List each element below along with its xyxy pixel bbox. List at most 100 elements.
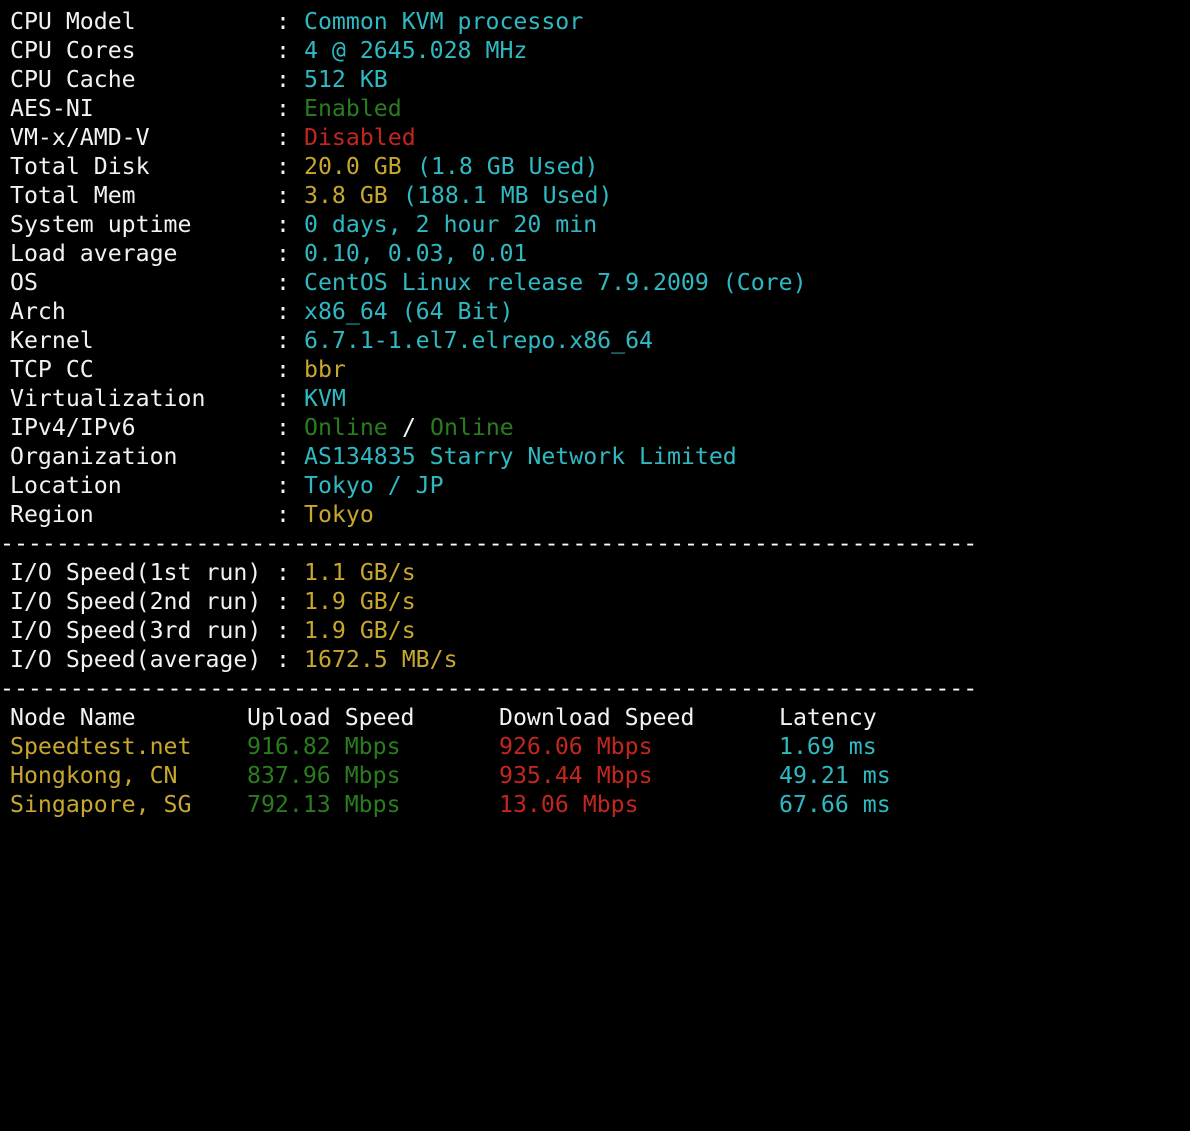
io-label: I/O Speed(1st run) xyxy=(10,559,262,586)
node-name: Singapore, SG xyxy=(10,791,192,818)
node-name: Hongkong, CN xyxy=(10,762,178,789)
colon: : xyxy=(276,356,290,383)
info-value: Tokyo / JP xyxy=(304,472,444,499)
colon: : xyxy=(276,240,290,267)
info-value: 6.7.1-1.el7.elrepo.x86_64 xyxy=(304,327,654,354)
info-label: Total Mem xyxy=(10,182,136,209)
status-disabled: Disabled xyxy=(304,124,416,151)
info-value: bbr xyxy=(304,356,346,383)
io-value: 1672.5 MB/s xyxy=(304,646,458,673)
info-row-location: Location : Tokyo / JP xyxy=(10,471,444,500)
info-label: Total Disk xyxy=(10,153,150,180)
download-speed: 13.06 Mbps xyxy=(499,791,639,818)
colon: : xyxy=(276,472,290,499)
io-value: 1.1 GB/s xyxy=(304,559,416,586)
io-value: 1.9 GB/s xyxy=(304,617,416,644)
colon: : xyxy=(276,37,290,64)
colon: : xyxy=(276,182,290,209)
info-row-cpu-cores: CPU Cores : 4 @ 2645.028 MHz xyxy=(10,36,527,65)
colon: : xyxy=(276,8,290,35)
upload-speed: 792.13 Mbps xyxy=(247,791,401,818)
separator-line: ----------------------------------------… xyxy=(0,675,978,702)
disk-total-value: 20.0 GB xyxy=(304,153,402,180)
info-row-load: Load average : 0.10, 0.03, 0.01 xyxy=(10,239,527,268)
info-label: System uptime xyxy=(10,211,192,238)
status-enabled: Enabled xyxy=(304,95,402,122)
header-download-speed: Download Speed xyxy=(499,704,695,731)
info-label: Region xyxy=(10,501,94,528)
info-row-total-mem: Total Mem : 3.8 GB (188.1 MB Used) xyxy=(10,181,612,210)
speedtest-row: Singapore, SG 792.13 Mbps 13.06 Mbps 67.… xyxy=(10,790,891,819)
ip-slash: / xyxy=(402,414,416,441)
info-row-cpu-model: CPU Model : Common KVM processor xyxy=(10,7,583,36)
speedtest-row: Speedtest.net 916.82 Mbps 926.06 Mbps 1.… xyxy=(10,732,877,761)
colon: : xyxy=(276,211,290,238)
info-label: Arch xyxy=(10,298,66,325)
info-label: CPU Cores xyxy=(10,37,136,64)
colon: : xyxy=(276,414,290,441)
colon: : xyxy=(276,66,290,93)
info-label: CPU Model xyxy=(10,8,136,35)
info-row-cpu-cache: CPU Cache : 512 KB xyxy=(10,65,388,94)
info-label: Virtualization xyxy=(10,385,206,412)
info-row-ip: IPv4/IPv6 : Online / Online xyxy=(10,413,514,442)
info-label: VM-x/AMD-V xyxy=(10,124,150,151)
io-label: I/O Speed(2nd run) xyxy=(10,588,262,615)
colon: : xyxy=(276,559,290,586)
info-value: 4 @ 2645.028 MHz xyxy=(304,37,528,64)
io-row-run2: I/O Speed(2nd run) : 1.9 GB/s xyxy=(10,587,416,616)
info-label: OS xyxy=(10,269,38,296)
header-upload-speed: Upload Speed xyxy=(247,704,415,731)
terminal-window: CPU Model : Common KVM processor CPU Cor… xyxy=(0,0,1190,828)
info-value: Tokyo xyxy=(304,501,374,528)
speedtest-header-row: Node Name Upload Speed Download Speed La… xyxy=(10,703,877,732)
download-speed: 926.06 Mbps xyxy=(499,733,653,760)
download-speed: 935.44 Mbps xyxy=(499,762,653,789)
info-value: AS134835 Starry Network Limited xyxy=(304,443,737,470)
io-value: 1.9 GB/s xyxy=(304,588,416,615)
info-value: 0 days, 2 hour 20 min xyxy=(304,211,598,238)
io-label: I/O Speed(average) xyxy=(10,646,262,673)
info-row-vmx: VM-x/AMD-V : Disabled xyxy=(10,123,416,152)
latency: 1.69 ms xyxy=(779,733,877,760)
info-row-tcp-cc: TCP CC : bbr xyxy=(10,355,346,384)
info-value: Common KVM processor xyxy=(304,8,584,35)
info-row-aes-ni: AES-NI : Enabled xyxy=(10,94,402,123)
colon: : xyxy=(276,327,290,354)
colon: : xyxy=(276,269,290,296)
info-label: IPv4/IPv6 xyxy=(10,414,136,441)
io-row-average: I/O Speed(average) : 1672.5 MB/s xyxy=(10,645,458,674)
info-row-uptime: System uptime : 0 days, 2 hour 20 min xyxy=(10,210,597,239)
info-label: Organization xyxy=(10,443,178,470)
info-row-arch: Arch : x86_64 (64 Bit) xyxy=(10,297,513,326)
info-value: 512 KB xyxy=(304,66,388,93)
speedtest-row: Hongkong, CN 837.96 Mbps 935.44 Mbps 49.… xyxy=(10,761,891,790)
separator-line: ----------------------------------------… xyxy=(0,530,978,557)
info-value: CentOS Linux release 7.9.2009 (Core) xyxy=(304,269,807,296)
info-row-kernel: Kernel : 6.7.1-1.el7.elrepo.x86_64 xyxy=(10,326,653,355)
header-node-name: Node Name xyxy=(10,704,136,731)
info-row-os: OS : CentOS Linux release 7.9.2009 (Core… xyxy=(10,268,807,297)
info-row-region: Region : Tokyo xyxy=(10,500,374,529)
colon: : xyxy=(276,385,290,412)
header-latency: Latency xyxy=(779,704,877,731)
colon: : xyxy=(276,646,290,673)
info-label: Kernel xyxy=(10,327,94,354)
mem-total-value: 3.8 GB xyxy=(304,182,388,209)
colon: : xyxy=(276,124,290,151)
disk-used-value: (1.8 GB Used) xyxy=(417,153,599,180)
info-label: TCP CC xyxy=(10,356,94,383)
info-value: KVM xyxy=(304,385,346,412)
colon: : xyxy=(276,298,290,325)
io-row-run3: I/O Speed(3rd run) : 1.9 GB/s xyxy=(10,616,416,645)
colon: : xyxy=(276,443,290,470)
mem-used-value: (188.1 MB Used) xyxy=(403,182,613,209)
node-name: Speedtest.net xyxy=(10,733,192,760)
latency: 49.21 ms xyxy=(779,762,891,789)
info-label: Load average xyxy=(10,240,178,267)
io-row-run1: I/O Speed(1st run) : 1.1 GB/s xyxy=(10,558,416,587)
upload-speed: 916.82 Mbps xyxy=(247,733,401,760)
ipv4-status: Online xyxy=(304,414,388,441)
upload-speed: 837.96 Mbps xyxy=(247,762,401,789)
colon: : xyxy=(276,153,290,180)
